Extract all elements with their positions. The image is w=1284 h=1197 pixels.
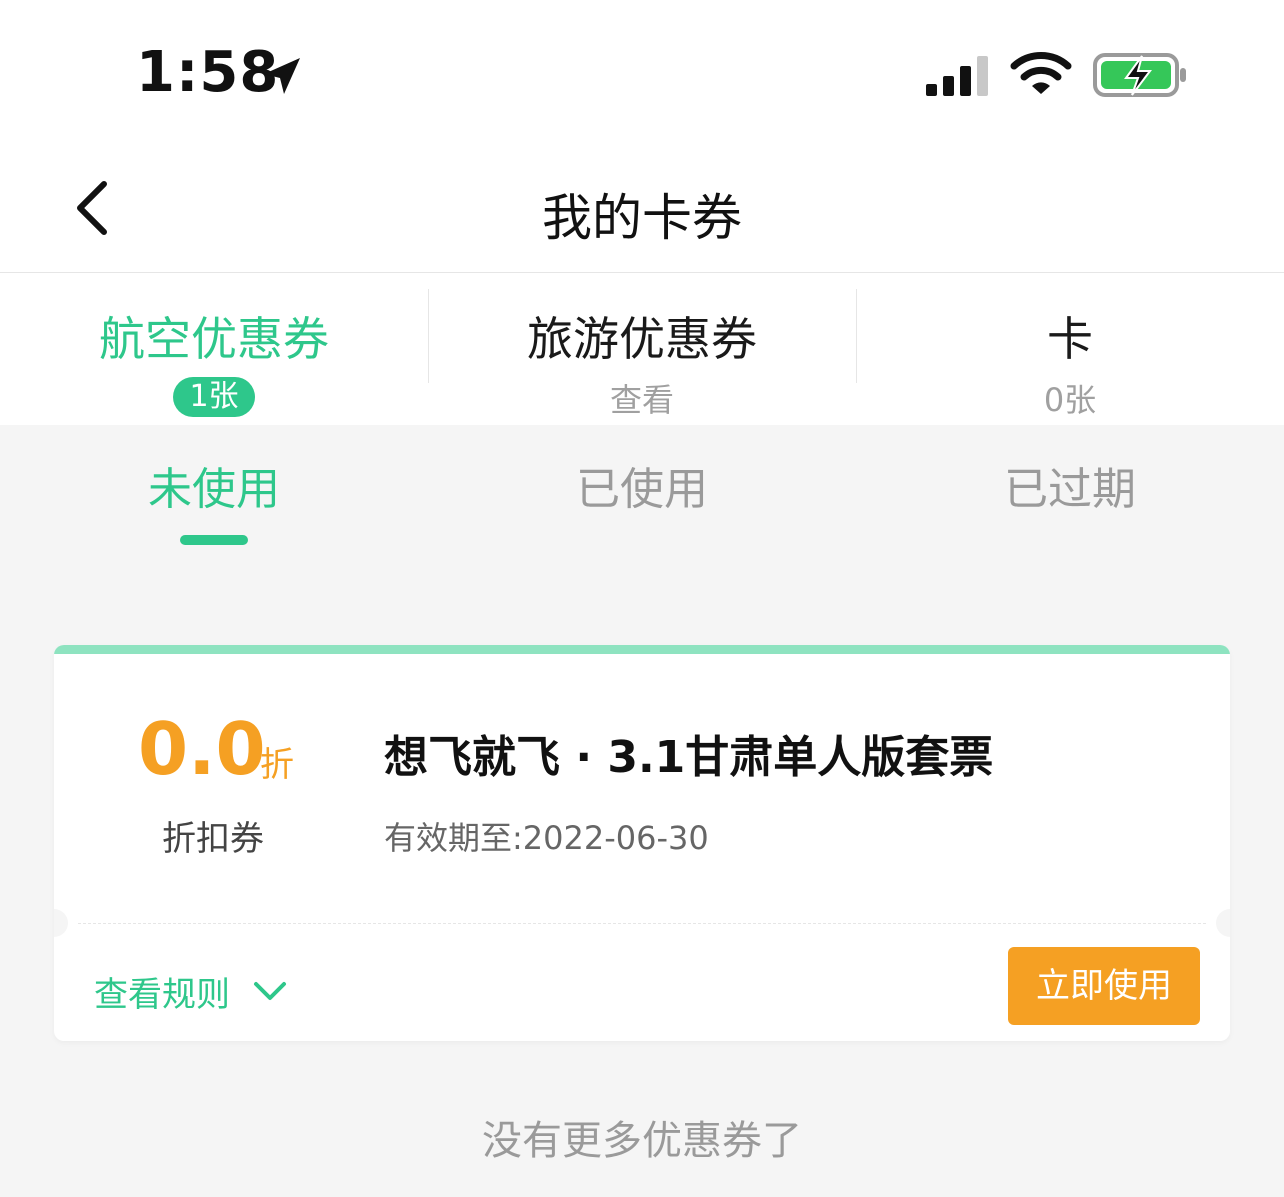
nav-bar: 我的卡券 (0, 150, 1284, 273)
status-bar: 1:58 (0, 0, 1284, 150)
category-tabs: 航空优惠券 1张 旅游优惠券 查看 卡 0张 (0, 273, 1284, 425)
card-accent-bar (54, 645, 1230, 654)
tab-label: 航空优惠券 (99, 312, 329, 366)
card-divider (78, 923, 1206, 924)
tab-label: 旅游优惠券 (527, 312, 757, 366)
tab-expired[interactable]: 已过期 (856, 425, 1284, 565)
tab-used[interactable]: 已使用 (428, 425, 856, 565)
discount-unit: 折 (260, 745, 294, 785)
tab-label: 已使用 (576, 464, 708, 515)
battery-charging-icon (1093, 53, 1186, 97)
tab-label: 未使用 (148, 464, 280, 515)
view-rules-label: 查看规则 (94, 975, 230, 1015)
coupon-expiry: 有效期至:2022-06-30 (384, 819, 709, 857)
coupon-card[interactable]: 0.0 折 折扣券 想飞就飞 · 3.1甘肃单人版套票 有效期至:2022-06… (54, 645, 1230, 1041)
location-arrow-icon (264, 58, 300, 94)
card-notch (54, 909, 68, 937)
tab-flight-coupons[interactable]: 航空优惠券 1张 (0, 273, 428, 425)
cellular-signal-icon (926, 56, 988, 96)
tab-label: 卡 (1047, 312, 1093, 366)
tab-cards[interactable]: 卡 0张 (856, 273, 1284, 425)
active-tab-indicator (180, 535, 248, 545)
coupon-type: 折扣券 (162, 819, 264, 859)
tab-subtext: 0张 (1043, 381, 1097, 419)
coupon-name: 想飞就飞 · 3.1甘肃单人版套票 (384, 732, 994, 783)
discount-value: 0.0 (138, 707, 266, 791)
use-now-button[interactable]: 立即使用 (1008, 947, 1200, 1025)
status-tabs: 未使用 已使用 已过期 (0, 425, 1284, 565)
wifi-icon (1010, 52, 1072, 94)
view-rules-link[interactable]: 查看规则 (94, 967, 288, 1016)
card-notch (1216, 909, 1230, 937)
tab-label: 已过期 (1004, 464, 1136, 515)
tab-unused[interactable]: 未使用 (0, 425, 428, 565)
tab-subtext: 查看 (609, 381, 674, 419)
no-more-coupons-text: 没有更多优惠券了 (482, 1118, 802, 1164)
count-badge: 1张 (173, 377, 255, 417)
chevron-down-icon (254, 981, 286, 1000)
page-title: 我的卡券 (542, 189, 742, 247)
tab-travel-coupons[interactable]: 旅游优惠券 查看 (428, 273, 856, 425)
